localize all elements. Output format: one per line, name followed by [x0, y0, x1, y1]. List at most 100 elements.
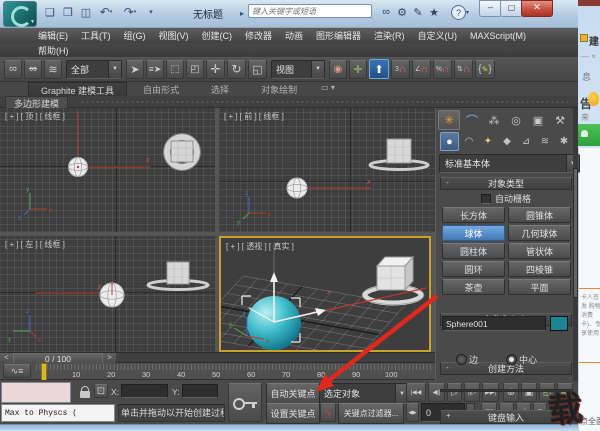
- rectangular-selection-region-icon[interactable]: ⬚: [166, 60, 184, 79]
- bind-to-spacewarp-icon[interactable]: ≋: [44, 60, 62, 79]
- help-dropdown-arrow-icon[interactable]: ▾: [466, 9, 469, 16]
- helpers-category-icon[interactable]: ⊿: [517, 132, 535, 151]
- center-radio[interactable]: [506, 354, 517, 365]
- key-filters-button[interactable]: 关键点过滤器...: [338, 403, 404, 424]
- edge-radio-label[interactable]: 边: [469, 353, 478, 366]
- scrollbar-thumb[interactable]: [573, 168, 578, 298]
- primitive-sphere-button[interactable]: 球体: [442, 225, 505, 241]
- window-crossing-icon[interactable]: ◰: [186, 60, 204, 79]
- open-mini-curve-editor-icon[interactable]: ∿≡: [3, 364, 31, 378]
- play-button[interactable]: ▷: [447, 383, 462, 402]
- select-object-icon[interactable]: ➤: [126, 60, 144, 79]
- menu-graph-editors[interactable]: 图形编辑器: [316, 29, 361, 42]
- edge-radio[interactable]: [456, 354, 467, 365]
- menu-group[interactable]: 组(G): [124, 29, 146, 42]
- display-tab-icon[interactable]: ▣: [528, 110, 548, 130]
- tab-selection[interactable]: 选择: [195, 82, 245, 96]
- select-and-link-icon[interactable]: ∞: [4, 60, 22, 79]
- tab-object-paint[interactable]: 对象绘制: [245, 82, 313, 96]
- primitive-pyramid-button[interactable]: 四棱锥: [508, 261, 571, 277]
- new-key-curve-icon[interactable]: ∿: [320, 403, 336, 422]
- selection-filter-dropdown[interactable]: 全部▼: [66, 60, 122, 79]
- menu-customize[interactable]: 自定义(U): [418, 29, 458, 42]
- utilities-tab-icon[interactable]: ⚒: [550, 110, 570, 130]
- save-file-icon[interactable]: ◫: [78, 4, 94, 20]
- minimize-button[interactable]: –: [479, 0, 502, 17]
- help-icon[interactable]: ?: [451, 5, 466, 20]
- spacewarps-category-icon[interactable]: ≋: [536, 132, 554, 151]
- percent-snap-icon[interactable]: %∩: [433, 60, 452, 79]
- search-binoculars-icon[interactable]: ∞: [379, 5, 393, 19]
- viewport-front-label[interactable]: [ + ] [ 前 ] [ 线框 ]: [224, 111, 284, 122]
- menu-animation[interactable]: 动画: [285, 29, 303, 42]
- open-file-icon[interactable]: ❐: [60, 4, 76, 20]
- redo-icon[interactable]: ↷▾: [120, 4, 140, 20]
- wrench-icon[interactable]: ⚙: [395, 5, 409, 19]
- track-bar[interactable]: ∿≡ 10 20 30 40 50 60 70 80 90 100: [0, 363, 435, 380]
- absolute-offset-toggle-icon[interactable]: ⊡: [94, 384, 108, 398]
- auto-key-button[interactable]: 自动关键点: [266, 383, 320, 404]
- menu-help[interactable]: 帮助(H): [38, 44, 69, 57]
- menu-views[interactable]: 视图(V): [159, 29, 189, 42]
- select-by-name-icon[interactable]: ≡➤: [146, 60, 164, 79]
- viewport-left-label[interactable]: [ + ] [ 左 ] [ 线框 ]: [5, 239, 65, 250]
- menu-tools[interactable]: 工具(T): [81, 29, 111, 42]
- use-pivot-center-icon[interactable]: ◉: [329, 60, 347, 79]
- maxscript-listener-line[interactable]: Max to Physcs (: [1, 404, 115, 422]
- object-name-field[interactable]: Sphere001: [442, 316, 546, 331]
- create-tab-icon[interactable]: ✳: [438, 110, 460, 130]
- background-green-button[interactable]: [578, 124, 600, 146]
- maxscript-mini-listener[interactable]: [1, 382, 71, 403]
- menu-modifiers[interactable]: 修改器: [245, 29, 272, 42]
- viewport-top-label[interactable]: [ + ] [ 顶 ] [ 线框 ]: [5, 111, 65, 122]
- unlink-selection-icon[interactable]: ∞: [24, 60, 42, 79]
- motion-tab-icon[interactable]: ◎: [506, 110, 526, 130]
- shapes-category-icon[interactable]: ◠: [460, 132, 478, 151]
- lights-category-icon[interactable]: ✦: [479, 132, 497, 151]
- object-color-swatch[interactable]: [550, 316, 568, 331]
- zoom-extents-button[interactable]: ▣: [521, 383, 537, 402]
- menu-edit[interactable]: 编辑(E): [38, 29, 68, 42]
- tab-graphite[interactable]: Graphite 建模工具: [28, 82, 127, 96]
- select-and-rotate-icon[interactable]: ↻: [227, 60, 246, 79]
- y-coord-field[interactable]: [182, 384, 218, 398]
- select-and-scale-icon[interactable]: ◱: [248, 60, 267, 79]
- pencil-icon[interactable]: ✎: [411, 5, 425, 19]
- menu-maxscript[interactable]: MAXScript(M): [470, 31, 526, 41]
- selection-set-dropdown[interactable]: 选定对象▼: [319, 383, 409, 404]
- tab-freeform[interactable]: 自由形式: [127, 82, 195, 96]
- snap-toggle-3d-icon[interactable]: 3∩: [391, 60, 410, 79]
- set-keys-key-button[interactable]: [228, 383, 262, 422]
- viewport-perspective-label[interactable]: [ + ] [ 透视 ] [ 真实 ]: [226, 241, 294, 252]
- next-frame-button[interactable]: ||▷: [464, 383, 480, 402]
- select-and-manipulate-icon[interactable]: ✛: [349, 60, 367, 79]
- key-mode-toggle-button[interactable]: ◀▶: [406, 403, 419, 422]
- modify-tab-icon[interactable]: ⌒: [462, 110, 482, 130]
- primitive-teapot-button[interactable]: 茶壶: [442, 279, 505, 295]
- go-to-start-button[interactable]: |◀◀: [406, 383, 426, 402]
- new-file-icon[interactable]: ❏: [42, 4, 58, 20]
- viewport-left[interactable]: y zyx [ + ] [ 左 ] [ 线框 ]: [0, 236, 215, 352]
- viewport-perspective[interactable]: x zxy [ + ] [ 透视 ] [ 真: [219, 236, 431, 352]
- search-expand-icon[interactable]: ▸: [237, 6, 247, 20]
- reference-coordinate-dropdown[interactable]: 视图▼: [271, 60, 325, 79]
- primitive-category-dropdown[interactable]: 标准基本体▼: [439, 154, 580, 173]
- spinner-snap-icon[interactable]: ⇅∩: [454, 60, 473, 79]
- background-close-icon[interactable]: — ×: [581, 52, 596, 61]
- primitive-cylinder-button[interactable]: 圆柱体: [442, 243, 505, 259]
- undo-icon[interactable]: ↶▾: [96, 4, 116, 20]
- object-type-rollout[interactable]: - 对象类型: [440, 177, 572, 190]
- keyboard-override-toggle-icon[interactable]: ⬆: [369, 59, 389, 79]
- menu-create[interactable]: 创建(C): [202, 29, 233, 42]
- named-selection-sets-icon[interactable]: {✎}: [475, 60, 495, 79]
- lock-selection-icon[interactable]: [80, 386, 90, 398]
- viewport-front[interactable]: x zxy [ + ] [ 前 ] [ 线框 ]: [219, 108, 435, 232]
- x-coord-field[interactable]: [121, 384, 168, 398]
- cameras-category-icon[interactable]: ◆: [498, 132, 516, 151]
- hierarchy-tab-icon[interactable]: ⁂: [484, 110, 504, 130]
- angle-snap-icon[interactable]: ∠∩: [412, 60, 431, 79]
- quick-access-options-icon[interactable]: ▾: [145, 6, 157, 18]
- zoom-button[interactable]: ⊕: [503, 383, 519, 402]
- ribbon-options-icon[interactable]: ▭ ▾: [313, 82, 343, 96]
- primitive-tube-button[interactable]: 管状体: [508, 243, 571, 259]
